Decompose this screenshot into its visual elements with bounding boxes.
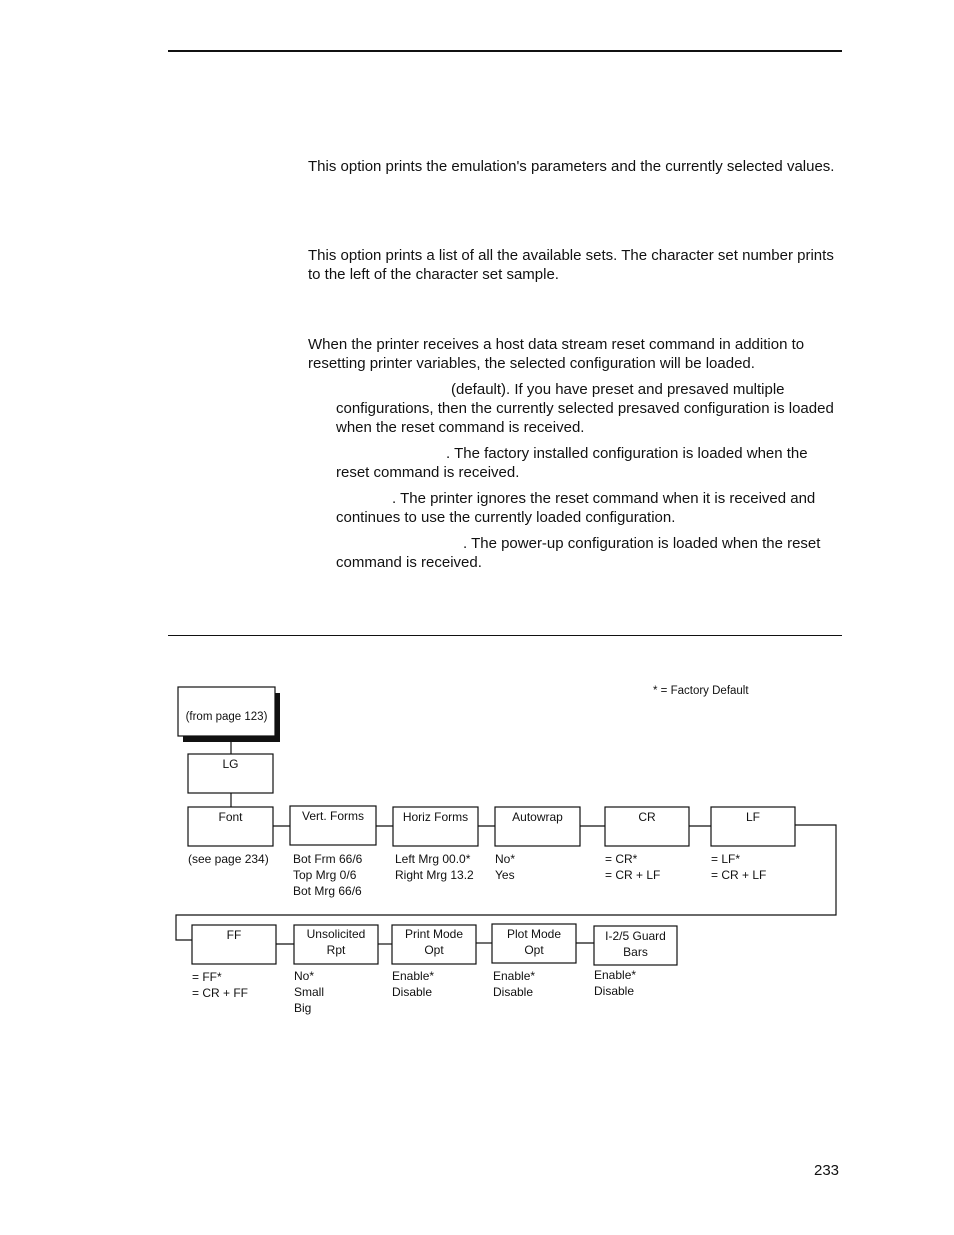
option-item: Disable xyxy=(493,985,534,999)
option-item: Big xyxy=(294,1001,312,1015)
plot-mode-opt-options: Enable* Disable xyxy=(493,968,535,1000)
label-line: I-2/5 Guard xyxy=(605,929,666,943)
entry-box-label: (from page 123) xyxy=(185,711,268,723)
vert-forms-box-label: Vert. Forms xyxy=(301,809,364,823)
lf-options: = LF* = CR + LF xyxy=(711,851,766,883)
autowrap-box-label: Autowrap xyxy=(512,810,563,824)
option-item: Enable* xyxy=(493,969,536,983)
autowrap-options: No* Yes xyxy=(495,851,515,883)
menu-diagram xyxy=(175,686,837,966)
ff-options: = FF* = CR + FF xyxy=(192,969,248,1001)
ff-box-label: FF xyxy=(226,928,242,942)
cr-box-label: CR xyxy=(638,810,656,824)
label-line: Unsolicited xyxy=(306,927,366,941)
option-item: No* xyxy=(294,969,315,983)
horiz-forms-box-label: Horiz Forms xyxy=(402,810,469,824)
option-item: Small xyxy=(294,985,325,999)
option-item: = LF* xyxy=(711,852,741,866)
option-item: No* xyxy=(495,852,516,866)
option-item: = CR + LF xyxy=(605,868,661,882)
cr-options: = CR* = CR + LF xyxy=(605,851,660,883)
option-item: = CR + LF xyxy=(711,868,767,882)
option-item: Bot Frm 66/6 xyxy=(293,852,363,866)
font-box-label: Font xyxy=(218,810,243,824)
unsolicited-rpt-box-label: Unsolicited Rpt xyxy=(294,926,378,958)
option-item: Enable* xyxy=(594,968,637,982)
label-line: Bars xyxy=(623,945,648,959)
option-item: Disable xyxy=(594,984,635,998)
option-item: Yes xyxy=(495,868,515,882)
plot-mode-opt-box-label: Plot Mode Opt xyxy=(492,926,576,958)
label-line: Plot Mode xyxy=(506,927,562,941)
guard-bars-box-label: I-2/5 Guard Bars xyxy=(594,928,677,960)
option-item: Bot Mrg 66/6 xyxy=(293,884,362,898)
page-number: 233 xyxy=(814,1162,840,1179)
horiz-forms-options: Left Mrg 00.0* Right Mrg 13.2 xyxy=(395,851,474,883)
option-item: Disable xyxy=(392,985,433,999)
option-item: Enable* xyxy=(392,969,435,983)
vert-forms-options: Bot Frm 66/6 Top Mrg 0/6 Bot Mrg 66/6 xyxy=(293,851,362,899)
lf-box-label: LF xyxy=(745,810,760,824)
font-options: (see page 234) xyxy=(188,851,269,867)
print-mode-opt-options: Enable* Disable xyxy=(392,968,434,1000)
label-line: Print Mode xyxy=(404,927,464,941)
option-item: (see page 234) xyxy=(188,852,269,866)
label-line: Opt xyxy=(424,943,444,957)
option-item: = CR* xyxy=(605,852,638,866)
option-item: Top Mrg 0/6 xyxy=(293,868,357,882)
option-item: = FF* xyxy=(192,970,222,984)
option-item: Left Mrg 00.0* xyxy=(395,852,471,866)
print-mode-opt-box-label: Print Mode Opt xyxy=(392,926,476,958)
lg-box-label: LG xyxy=(222,757,239,771)
unsolicited-rpt-options: No* Small Big xyxy=(294,968,324,1016)
label-line: Opt xyxy=(524,943,544,957)
guard-bars-options: Enable* Disable xyxy=(594,967,636,999)
option-item: = CR + FF xyxy=(192,986,249,1000)
option-item: Right Mrg 13.2 xyxy=(395,868,474,882)
label-line: Rpt xyxy=(326,943,346,957)
